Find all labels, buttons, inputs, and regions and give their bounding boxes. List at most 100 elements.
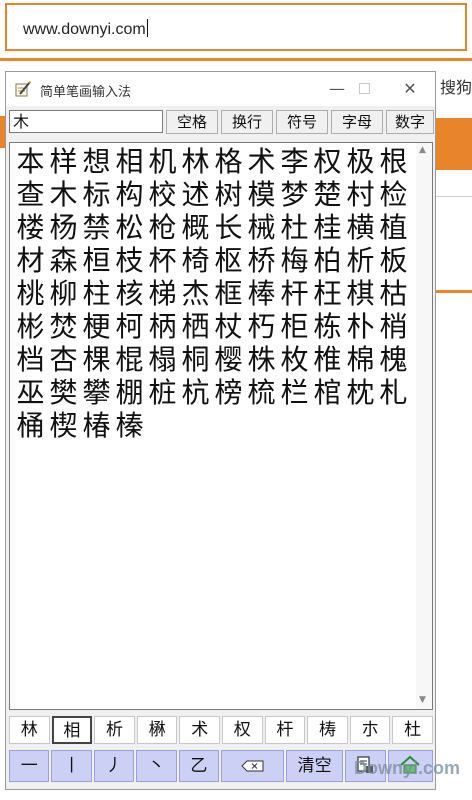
- address-bar[interactable]: www.downyi.com: [5, 3, 467, 51]
- result-character[interactable]: 桩: [146, 376, 179, 409]
- result-character[interactable]: 李: [278, 145, 311, 178]
- result-character[interactable]: 棺: [311, 376, 344, 409]
- result-character[interactable]: 杏: [47, 343, 80, 376]
- result-character[interactable]: 树: [212, 178, 245, 211]
- result-character[interactable]: 楔: [47, 409, 80, 442]
- result-character[interactable]: 栖: [179, 310, 212, 343]
- result-character[interactable]: 棍: [113, 343, 146, 376]
- result-character[interactable]: 杭: [179, 376, 212, 409]
- result-character[interactable]: 枪: [146, 211, 179, 244]
- result-character[interactable]: 榜: [212, 376, 245, 409]
- results-scrollbar[interactable]: ▲ ▼: [416, 143, 432, 709]
- result-character[interactable]: 横: [344, 211, 377, 244]
- result-character[interactable]: 标: [80, 178, 113, 211]
- candidate-character[interactable]: 楙: [136, 716, 178, 744]
- result-character[interactable]: 樊: [47, 376, 80, 409]
- result-character[interactable]: 棉: [344, 343, 377, 376]
- scroll-down-icon[interactable]: ▼: [419, 695, 426, 705]
- result-character[interactable]: 焚: [47, 310, 80, 343]
- result-character[interactable]: 椿: [80, 409, 113, 442]
- result-character[interactable]: 巫: [14, 376, 47, 409]
- result-character[interactable]: 枝: [113, 244, 146, 277]
- result-character[interactable]: 长: [212, 211, 245, 244]
- result-character[interactable]: 枚: [278, 343, 311, 376]
- result-character[interactable]: 柳: [47, 277, 80, 310]
- result-character[interactable]: 梦: [278, 178, 311, 211]
- result-character[interactable]: 梢: [377, 310, 410, 343]
- stroke-zhe-button[interactable]: 乙: [178, 750, 220, 782]
- result-character[interactable]: 桥: [245, 244, 278, 277]
- candidate-character[interactable]: 杆: [264, 716, 306, 744]
- close-button[interactable]: ✕: [392, 76, 428, 102]
- result-character[interactable]: 木: [47, 178, 80, 211]
- result-character[interactable]: 栏: [278, 376, 311, 409]
- result-character[interactable]: 桃: [14, 277, 47, 310]
- result-character[interactable]: 权: [311, 145, 344, 178]
- result-character[interactable]: 机: [146, 145, 179, 178]
- result-character[interactable]: 校: [146, 178, 179, 211]
- result-character[interactable]: 枢: [212, 244, 245, 277]
- result-character[interactable]: 棵: [80, 343, 113, 376]
- candidate-character[interactable]: 杜: [392, 716, 433, 744]
- stroke-heng-button[interactable]: 一: [9, 750, 50, 782]
- result-character[interactable]: 柄: [146, 310, 179, 343]
- result-character[interactable]: 桓: [80, 244, 113, 277]
- result-character[interactable]: 本: [14, 145, 47, 178]
- result-character[interactable]: 杖: [212, 310, 245, 343]
- result-character[interactable]: 榛: [113, 409, 146, 442]
- title-bar[interactable]: 简单笔画输入法 — ✕: [6, 72, 435, 106]
- result-character[interactable]: 核: [113, 277, 146, 310]
- result-character[interactable]: 杰: [179, 277, 212, 310]
- candidate-character[interactable]: 朩: [349, 716, 391, 744]
- result-character[interactable]: 村: [344, 178, 377, 211]
- result-character[interactable]: 查: [14, 178, 47, 211]
- result-character[interactable]: 析: [344, 244, 377, 277]
- result-character[interactable]: 梯: [146, 277, 179, 310]
- result-character[interactable]: 梅: [278, 244, 311, 277]
- stroke-dian-button[interactable]: 丶: [136, 750, 177, 782]
- candidate-character[interactable]: 梼: [307, 716, 348, 744]
- result-character[interactable]: 框: [212, 277, 245, 310]
- result-character[interactable]: 樱: [212, 343, 245, 376]
- result-character[interactable]: 楼: [14, 211, 47, 244]
- result-character[interactable]: 枉: [311, 277, 344, 310]
- result-character[interactable]: 札: [377, 376, 410, 409]
- result-character[interactable]: 板: [377, 244, 410, 277]
- result-character[interactable]: 述: [179, 178, 212, 211]
- result-character[interactable]: 森: [47, 244, 80, 277]
- candidate-character[interactable]: 析: [94, 716, 135, 744]
- result-character[interactable]: 彬: [14, 310, 47, 343]
- stroke-input-field[interactable]: 木: [9, 110, 163, 133]
- result-character[interactable]: 相: [113, 145, 146, 178]
- stroke-pie-button[interactable]: 丿: [93, 750, 135, 782]
- result-character[interactable]: 检: [377, 178, 410, 211]
- result-character[interactable]: 榻: [146, 343, 179, 376]
- stroke-shu-button[interactable]: 丨: [51, 750, 92, 782]
- result-character[interactable]: 槐: [377, 343, 410, 376]
- result-character[interactable]: 材: [14, 244, 47, 277]
- candidate-character[interactable]: 术: [179, 716, 220, 744]
- newline-button[interactable]: 换行: [221, 110, 273, 134]
- result-character[interactable]: 构: [113, 178, 146, 211]
- result-character[interactable]: 格: [212, 145, 245, 178]
- result-character[interactable]: 想: [80, 145, 113, 178]
- result-character[interactable]: 模: [245, 178, 278, 211]
- character-results-area[interactable]: 本样想相机林格术李权极根查木标构校述树模梦楚村检楼杨禁松枪概长械杜桂横植材森桓枝…: [9, 142, 433, 710]
- letters-button[interactable]: 字母: [331, 110, 383, 134]
- result-character[interactable]: 桐: [179, 343, 212, 376]
- result-character[interactable]: 杨: [47, 211, 80, 244]
- result-character[interactable]: 械: [245, 211, 278, 244]
- result-character[interactable]: 梗: [80, 310, 113, 343]
- result-character[interactable]: 椎: [311, 343, 344, 376]
- result-character[interactable]: 概: [179, 211, 212, 244]
- symbols-button[interactable]: 符号: [276, 110, 328, 134]
- result-character[interactable]: 松: [113, 211, 146, 244]
- candidate-character[interactable]: 林: [9, 716, 50, 744]
- candidate-character[interactable]: 权: [222, 716, 263, 744]
- result-character[interactable]: 朽: [245, 310, 278, 343]
- clear-button[interactable]: 清空: [286, 750, 344, 782]
- result-character[interactable]: 术: [245, 145, 278, 178]
- result-character[interactable]: 杆: [278, 277, 311, 310]
- space-button[interactable]: 空格: [166, 110, 218, 134]
- result-character[interactable]: 林: [179, 145, 212, 178]
